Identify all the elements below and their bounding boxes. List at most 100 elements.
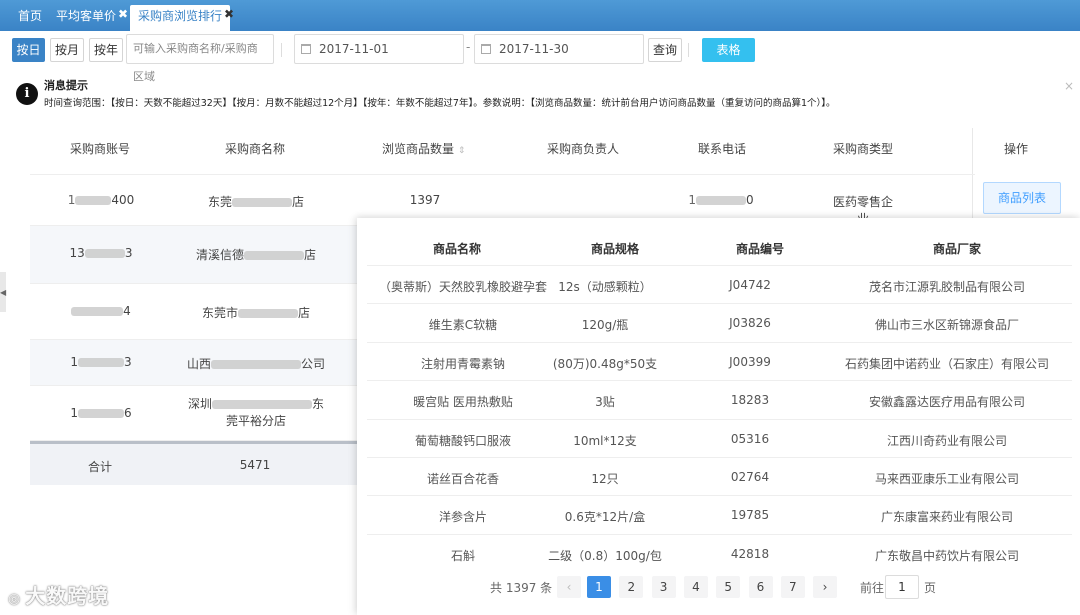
account-prefix: 13 [69, 246, 85, 260]
tab-home[interactable]: 首页 [10, 5, 50, 31]
watermark: ◎ 大数跨境 [8, 580, 109, 609]
col-product-code: 商品编号 [735, 242, 784, 256]
account-prefix: 1 [70, 355, 78, 369]
page-3-button[interactable]: 3 [651, 576, 676, 598]
end-date-field[interactable]: 2017-11-30 [474, 34, 644, 64]
by-month-button[interactable]: 按月 [50, 38, 84, 62]
message-box: i 消息提示 时间查询范围：【按日：天数不能超过32天】【按月：月数不能超过12… [10, 73, 1078, 113]
name-prefix: 山西 [186, 357, 211, 371]
name-cell: 山西 公司 [182, 355, 330, 372]
name-prefix: 深圳 [187, 397, 212, 411]
redacted [78, 409, 124, 418]
by-day-button[interactable]: 按日 [12, 38, 45, 62]
product-row: 葡萄糖酸钙口服液 10ml*12支 05316 江西川奇药业有限公司 [367, 418, 1072, 457]
col-account: 采购商账号 [70, 142, 131, 156]
manufacturer-cell: 广东康富来药业有限公司 [880, 510, 1013, 525]
end-date-value: 2017-11-30 [499, 42, 569, 56]
col-action: 操作 [1003, 142, 1028, 156]
logo-icon: ◎ [8, 591, 22, 607]
calendar-icon [301, 44, 311, 54]
tab-bar: 首页 平均客单价 ✖ 采购商浏览排行 ✖ [0, 0, 1080, 31]
prev-page-button[interactable]: ‹ [557, 576, 581, 598]
next-page-button[interactable]: › [813, 576, 837, 598]
product-row: 注射用青霉素钠 (80万)0.48g*50支 J00399 石药集团中诺药业（石家庄）… [367, 341, 1072, 380]
info-icon: i [16, 83, 38, 105]
product-row: 诺丝百合花香 12只 02764 马来西亚康乐工业有限公司 [367, 457, 1072, 495]
col-manager: 采购商负责人 [547, 142, 620, 156]
search-input[interactable]: 可输入采购商名称/采购商区域 [126, 34, 274, 83]
start-date-field[interactable]: 2017-11-01 [294, 34, 464, 64]
redacted [78, 358, 124, 367]
col-phone: 联系电话 [698, 142, 747, 156]
page-6-button[interactable]: 6 [748, 576, 773, 598]
name-suffix: 店 [298, 306, 311, 320]
redacted [244, 251, 304, 260]
tab-avg-order[interactable]: 平均客单价 ✖ [48, 5, 128, 31]
page-2-button[interactable]: 2 [619, 576, 644, 598]
page-7-button[interactable]: 7 [780, 576, 805, 598]
message-title: 消息提示 [44, 79, 88, 92]
product-list-button[interactable]: 商品列表 [983, 182, 1061, 214]
tab-buyer-ranking[interactable]: 采购商浏览排行 ✖ [130, 5, 234, 31]
query-button[interactable]: 查询 [648, 38, 682, 62]
date-separator: - [466, 40, 471, 54]
divider [281, 43, 282, 57]
name-suffix: 公司 [301, 357, 326, 371]
col-count[interactable]: 浏览商品数量 ⇕ [382, 140, 472, 157]
tab-label: 首页 [18, 9, 43, 23]
manufacturer-cell: 广东敬昌中药饮片有限公司 [874, 548, 1019, 563]
sort-icon[interactable]: ⇕ [458, 146, 466, 156]
total-row: 合计 5471 [30, 441, 360, 485]
divider [688, 43, 689, 57]
table-button[interactable]: 表格 [702, 38, 755, 62]
tab-label: 平均客单价 [56, 9, 117, 23]
by-year-button[interactable]: 按年 [89, 38, 123, 62]
redacted [84, 249, 125, 258]
manufacturer-cell: 安徽鑫露达医疗用品有限公司 [868, 395, 1025, 410]
page-4-button[interactable]: 4 [683, 576, 708, 598]
count-cell: 1397 [409, 193, 441, 207]
manufacturer-cell: 江西川奇药业有限公司 [886, 433, 1007, 448]
account-cell: 13 [66, 355, 136, 369]
name-prefix: 东莞市 [201, 306, 238, 320]
total-count: 共 1397 条 [490, 581, 553, 595]
account-suffix: 4 [123, 304, 131, 318]
watermark-text: 大数跨境 [25, 584, 110, 608]
account-prefix: 1 [70, 406, 78, 420]
start-date-value: 2017-11-01 [319, 42, 389, 56]
manufacturer-cell: 茂名市江源乳胶制品有限公司 [868, 280, 1025, 294]
account-suffix: 3 [124, 246, 133, 260]
redacted [238, 309, 298, 318]
page-5-button[interactable]: 5 [716, 576, 741, 598]
total-value: 5471 [239, 458, 271, 472]
redacted [232, 198, 292, 207]
close-icon[interactable]: × [1064, 79, 1074, 93]
calendar-icon [481, 44, 491, 54]
name-prefix: 东莞 [207, 195, 232, 209]
account-suffix: 3 [124, 355, 132, 369]
redacted [211, 360, 301, 369]
name-suffix: 店 [292, 195, 305, 209]
page-1-button[interactable]: 1 [587, 576, 611, 598]
tab-label: 采购商浏览排行 [138, 9, 223, 23]
close-icon[interactable]: ✖ [118, 3, 128, 25]
col-count-label: 浏览商品数量 [382, 142, 455, 156]
message-text: 时间查询范围：【按日：天数不能超过32天】【按月：月数不能超过12个月】【按年：… [44, 98, 836, 109]
phone-suffix: 0 [746, 193, 754, 207]
chevron-left-icon: ◀ [0, 288, 7, 297]
product-row: 洋参含片 0.6克*12片/盒 19785 广东康富来药业有限公司 [367, 495, 1072, 533]
name-prefix: 清溪信德 [195, 248, 244, 262]
name-cell: 清溪信德 店 [194, 246, 318, 263]
close-icon[interactable]: ✖ [224, 3, 234, 25]
redacted [75, 196, 112, 205]
col-product-spec: 商品规格 [590, 242, 639, 256]
redacted [212, 400, 312, 409]
total-label: 合计 [87, 460, 112, 474]
name-suffix: 店 [304, 248, 317, 262]
goto-page-input[interactable]: 1 [885, 575, 919, 599]
name-cell: 东莞市 店 [198, 304, 314, 321]
account-cell: 16 [66, 406, 136, 420]
col-type: 采购商类型 [832, 142, 893, 156]
name-line2: 莞平裕分店 [225, 414, 286, 428]
manufacturer-cell: 马来西亚康乐工业有限公司 [874, 472, 1019, 486]
